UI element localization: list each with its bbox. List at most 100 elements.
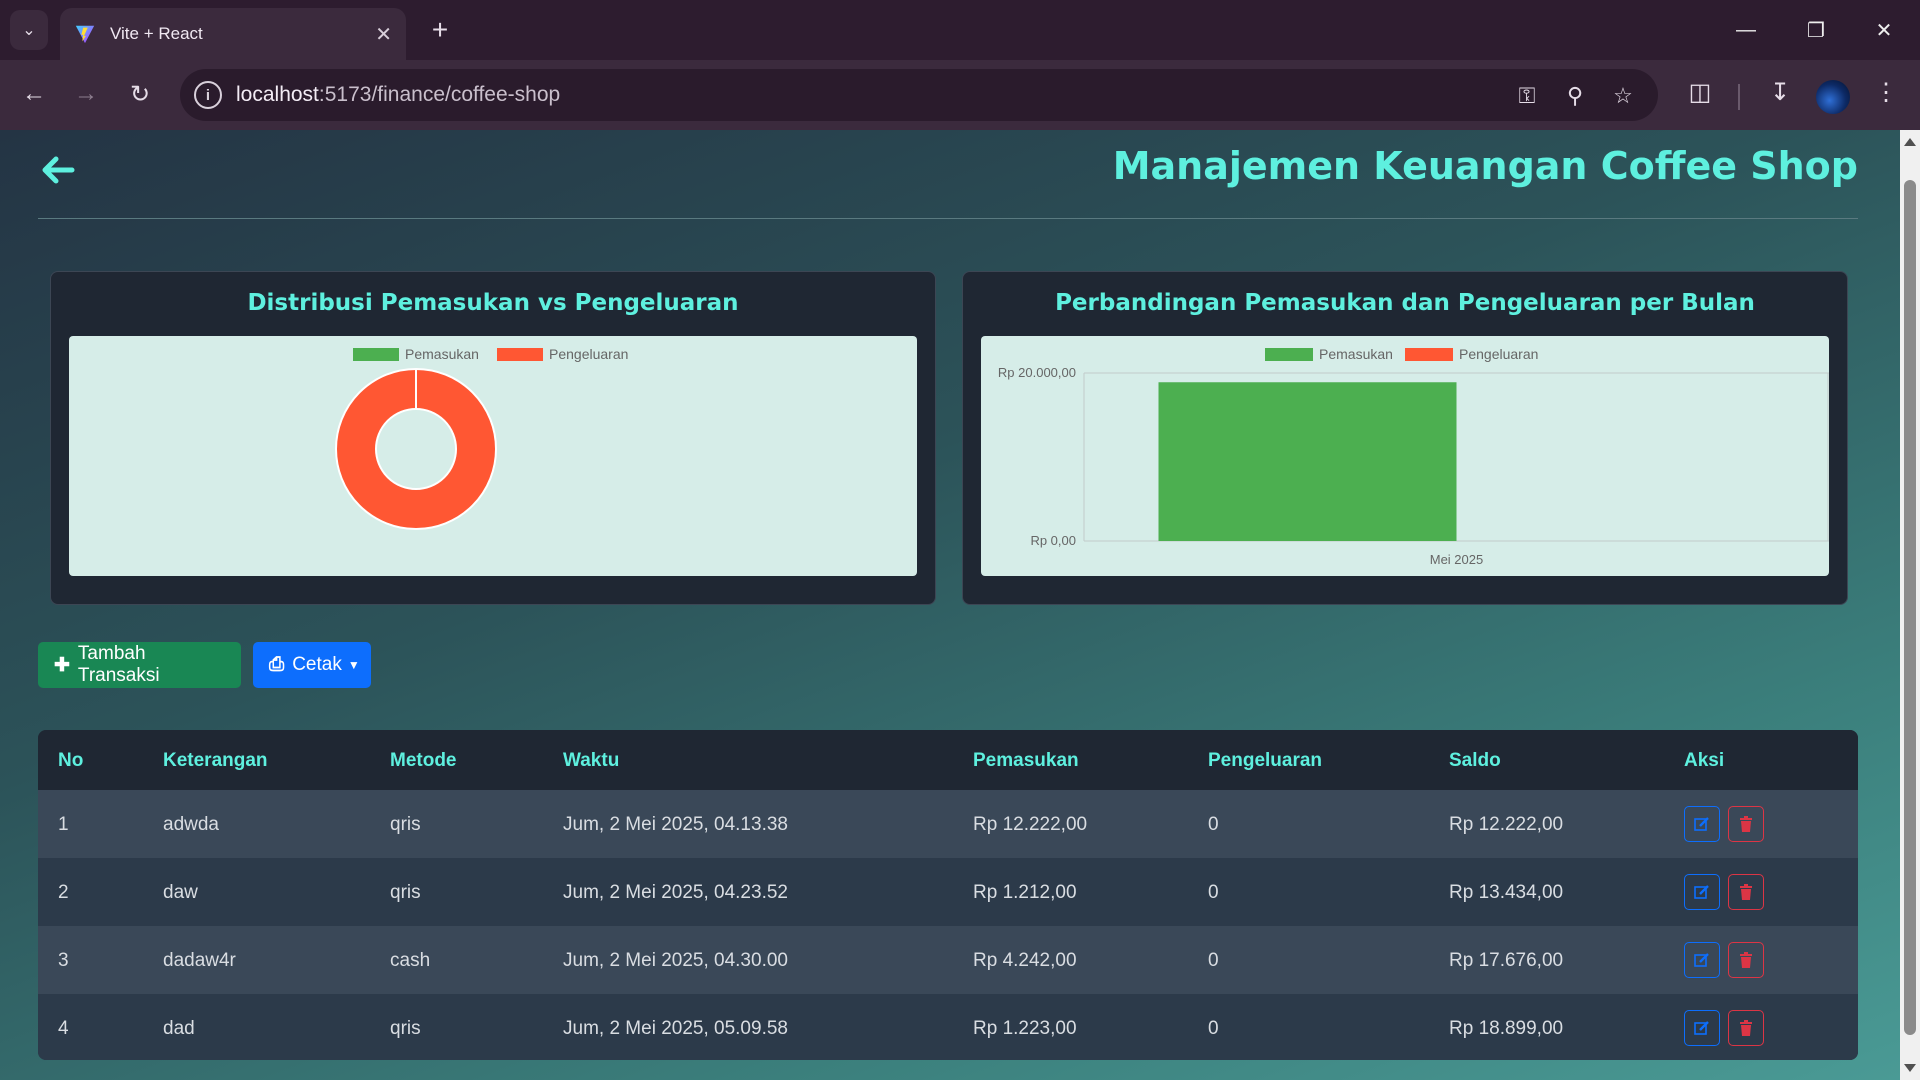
cell-keterangan: daw [163, 882, 198, 903]
address-bar[interactable]: i localhost:5173/finance/coffee-shop ⚿ ⚲… [180, 69, 1658, 121]
bar-chart-title: Perbandingan Pemasukan dan Pengeluaran p… [1055, 290, 1755, 316]
legend-label-pemasukan[interactable]: Pemasukan [405, 346, 479, 362]
pie-chart-title: Distribusi Pemasukan vs Pengeluaran [247, 290, 739, 316]
browser-tab[interactable]: Vite + React ✕ [60, 8, 406, 60]
cell-waktu: Jum, 2 Mei 2025, 04.23.52 [563, 882, 788, 903]
delete-button[interactable] [1728, 806, 1764, 842]
trash-icon [1740, 1020, 1752, 1036]
cell-saldo: Rp 17.676,00 [1449, 950, 1564, 971]
legend-label-pengeluaran[interactable]: Pengeluaran [1459, 346, 1538, 362]
bookmark-star-icon[interactable]: ☆ [1608, 81, 1638, 111]
legend-swatch-pemasukan[interactable] [1265, 348, 1313, 361]
cell-no: 1 [58, 814, 69, 835]
back-button[interactable]: ← [14, 74, 54, 114]
plus-icon: ✚ [54, 654, 70, 676]
tab-title: Vite + React [110, 24, 203, 43]
legend-swatch-pengeluaran[interactable] [1405, 348, 1453, 361]
caret-down-icon: ▼ [347, 658, 360, 672]
legend-label-pengeluaran[interactable]: Pengeluaran [549, 346, 628, 362]
forward-button[interactable]: → [66, 74, 106, 114]
bar-pemasukan[interactable] [1158, 382, 1457, 541]
download-icon[interactable]: ↧ [1762, 74, 1798, 110]
y-tick-label: Rp 20.000,00 [998, 365, 1076, 380]
print-dropdown-button[interactable]: ⎙ Cetak ▼ [253, 642, 371, 688]
delete-button[interactable] [1728, 874, 1764, 910]
browser-toolbar: ← → ↻ i localhost:5173/finance/coffee-sh… [0, 60, 1920, 130]
trash-icon [1740, 816, 1752, 832]
profile-avatar[interactable] [1816, 80, 1850, 114]
table-row: 4 dad qris Jum, 2 Mei 2025, 05.09.58 Rp … [38, 994, 1858, 1060]
delete-button[interactable] [1728, 1010, 1764, 1046]
page-scrollbar[interactable] [1900, 130, 1920, 1080]
trash-icon [1740, 884, 1752, 900]
header-pengeluaran: Pengeluaran [1208, 750, 1323, 771]
chart-legend: Pemasukan Pengeluaran [353, 346, 628, 362]
page-viewport: Manajemen Keuangan Coffee Shop Distribus… [0, 130, 1900, 1080]
back-arrow-icon[interactable] [38, 150, 78, 190]
extensions-icon[interactable]: ◫ [1682, 74, 1718, 110]
edit-icon [1694, 1021, 1709, 1035]
zoom-icon[interactable]: ⚲ [1560, 81, 1590, 111]
tab-search-button[interactable]: ⌄ [10, 10, 48, 50]
add-transaction-button[interactable]: ✚ Tambah Transaksi [38, 642, 241, 688]
legend-swatch-pengeluaran[interactable] [497, 348, 543, 361]
legend-swatch-pemasukan[interactable] [353, 348, 399, 361]
legend-label-pemasukan[interactable]: Pemasukan [1319, 346, 1393, 362]
cell-pengeluaran: 0 [1208, 1018, 1219, 1039]
x-tick-label: Mei 2025 [1430, 552, 1483, 567]
close-window-button[interactable]: ✕ [1860, 10, 1908, 50]
printer-icon: ⎙ [269, 654, 285, 675]
edit-icon [1694, 885, 1709, 899]
tab-strip: ⌄ Vite + React ✕ + — ❐ ✕ [0, 0, 1920, 60]
header-divider [38, 218, 1858, 219]
header-keterangan: Keterangan [163, 750, 268, 771]
table-header: No Keterangan Metode Waktu Pemasukan Pen… [38, 730, 1858, 790]
trash-icon [1740, 952, 1752, 968]
edit-button[interactable] [1684, 806, 1720, 842]
key-icon[interactable]: ⚿ [1512, 81, 1542, 111]
cell-no: 2 [58, 882, 69, 903]
cell-waktu: Jum, 2 Mei 2025, 04.13.38 [563, 814, 788, 835]
header-saldo: Saldo [1449, 750, 1501, 771]
bar-chart: Pemasukan Pengeluaran Rp 0,00 Rp 20.000,0… [998, 346, 1829, 567]
cell-keterangan: dadaw4r [163, 950, 236, 971]
cell-saldo: Rp 12.222,00 [1449, 814, 1564, 835]
cell-keterangan: dad [163, 1018, 195, 1039]
restore-button[interactable]: ❐ [1792, 10, 1840, 50]
scroll-thumb[interactable] [1904, 180, 1916, 1035]
add-transaction-label: Tambah Transaksi [77, 643, 160, 686]
header-waktu: Waktu [563, 750, 620, 771]
site-info-icon[interactable]: i [194, 81, 222, 109]
vite-logo-icon [75, 25, 95, 44]
close-tab-icon[interactable]: ✕ [375, 22, 392, 47]
cell-no: 4 [58, 1018, 69, 1039]
reload-button[interactable]: ↻ [120, 74, 160, 114]
edit-icon [1694, 817, 1709, 831]
cell-metode: qris [390, 814, 421, 835]
table-row: 1 adwda qris Jum, 2 Mei 2025, 04.13.38 R… [38, 790, 1858, 858]
table-row: 3 dadaw4r cash Jum, 2 Mei 2025, 04.30.00… [38, 926, 1858, 994]
cell-metode: cash [390, 950, 431, 971]
cell-waktu: Jum, 2 Mei 2025, 05.09.58 [563, 1018, 788, 1039]
cell-saldo: Rp 13.434,00 [1449, 882, 1564, 903]
url-text[interactable]: localhost:5173/finance/coffee-shop [236, 83, 560, 107]
menu-kebab-icon[interactable]: ⋮ [1868, 74, 1904, 110]
cell-waktu: Jum, 2 Mei 2025, 04.30.00 [563, 950, 788, 971]
bar-chart-area: Pemasukan Pengeluaran Rp 0,00 Rp 20.000,0… [981, 336, 1829, 576]
cell-pengeluaran: 0 [1208, 814, 1219, 835]
scroll-down-arrow[interactable] [1904, 1064, 1916, 1072]
cell-metode: qris [390, 1018, 421, 1039]
scroll-up-arrow[interactable] [1904, 138, 1916, 146]
new-tab-button[interactable]: + [424, 12, 456, 48]
edit-button[interactable] [1684, 942, 1720, 978]
pie-chart-card: Distribusi Pemasukan vs Pengeluaran Pema… [50, 271, 936, 605]
page-title: Manajemen Keuangan Coffee Shop [1112, 144, 1858, 188]
edit-button[interactable] [1684, 1010, 1720, 1046]
header-aksi: Aksi [1684, 750, 1725, 771]
delete-button[interactable] [1728, 942, 1764, 978]
cell-pemasukan: Rp 1.212,00 [973, 882, 1077, 903]
cell-keterangan: adwda [163, 814, 219, 835]
minimize-button[interactable]: — [1722, 10, 1770, 50]
edit-button[interactable] [1684, 874, 1720, 910]
doughnut-slices [334, 368, 498, 530]
